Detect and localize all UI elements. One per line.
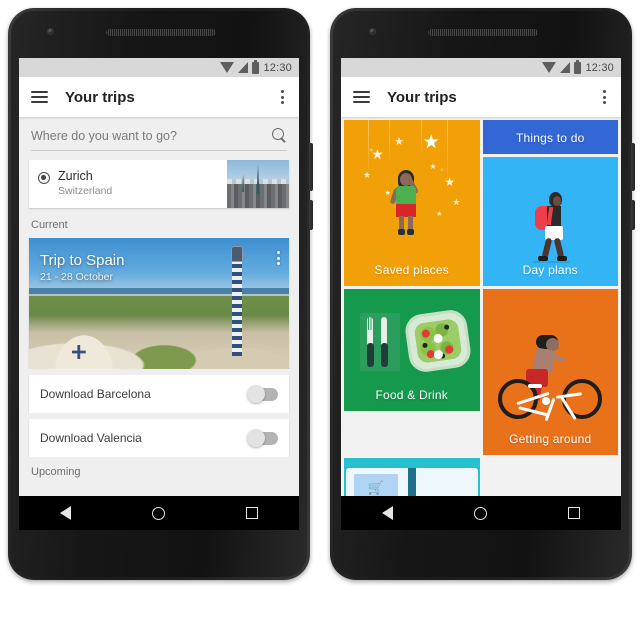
home-button-icon[interactable] xyxy=(473,506,487,520)
star-icon: ★ xyxy=(394,135,404,148)
recents-button-icon[interactable] xyxy=(568,507,581,519)
status-bar: 12:30 xyxy=(341,58,621,77)
right-screen: 12:30 Your trips ★ ★ ★ ★ ★ ★ ★ ★ ★ Saved… xyxy=(341,58,621,530)
shopping-cart-icon: 🛒 xyxy=(367,480,384,495)
star-icon: ★ xyxy=(371,145,384,162)
download-barcelona-toggle[interactable] xyxy=(247,385,278,403)
search-input[interactable] xyxy=(31,128,272,143)
hero-tower-top xyxy=(230,246,243,262)
toggle-knob xyxy=(247,429,265,447)
page-title: Your trips xyxy=(387,88,457,106)
sparkle-trail xyxy=(388,120,390,164)
open-book-illustration: 🛒 xyxy=(345,468,478,496)
star-icon: ★ xyxy=(436,211,443,219)
trip-overflow-menu-icon[interactable] xyxy=(277,251,280,265)
volume-button[interactable] xyxy=(631,200,635,230)
trip-dates: 21 - 28 October xyxy=(40,271,113,283)
battery-icon xyxy=(252,59,260,74)
hero-gaudi-pavilion xyxy=(49,329,118,369)
star-icon: ★ xyxy=(422,132,440,154)
search-container xyxy=(19,117,299,151)
front-camera-icon xyxy=(369,28,376,35)
back-button-icon[interactable] xyxy=(59,506,71,520)
tile-label: Getting around xyxy=(509,432,592,446)
overflow-menu-icon[interactable] xyxy=(278,86,287,108)
girl-reaching-stars-illustration xyxy=(389,169,423,236)
android-nav-bar xyxy=(19,496,299,530)
star-icon: ★ xyxy=(452,197,461,208)
earpiece-speaker-icon xyxy=(106,29,216,36)
left-screen: 12:30 Your trips Where do you want to go… xyxy=(19,58,299,530)
left-content: Zurich Switzerland Current xyxy=(19,117,299,496)
hamburger-menu-icon[interactable] xyxy=(353,91,370,103)
search-box[interactable] xyxy=(31,128,287,151)
tile-label: Day plans xyxy=(522,263,578,277)
tile-saved-places[interactable]: ★ ★ ★ ★ ★ ★ ★ ★ ★ Saved places xyxy=(344,120,480,286)
search-icon[interactable] xyxy=(272,128,287,143)
recents-button-icon[interactable] xyxy=(246,507,259,519)
back-button-icon[interactable] xyxy=(381,506,393,520)
download-valencia-row-card: Download Valencia xyxy=(29,419,289,457)
download-row[interactable]: Download Valencia xyxy=(29,419,289,457)
battery-icon xyxy=(574,59,582,74)
app-bar: Your trips xyxy=(341,77,621,117)
place-city: Zurich xyxy=(58,169,93,183)
home-button-icon[interactable] xyxy=(151,506,165,520)
wifi-icon xyxy=(220,62,235,73)
tile-label: Saved places xyxy=(374,263,449,277)
salad-fork-knife-illustration xyxy=(356,309,470,375)
status-bar-time: 12:30 xyxy=(263,61,292,74)
wifi-icon xyxy=(542,62,557,73)
left-phone: 12:30 Your trips Where do you want to go… xyxy=(8,8,313,580)
walking-backpacker-illustration xyxy=(527,191,573,263)
place-country: Switzerland xyxy=(58,185,113,197)
overflow-menu-icon[interactable] xyxy=(600,86,609,108)
tile-things-to-do[interactable]: Things to do xyxy=(482,120,618,154)
download-valencia-toggle[interactable] xyxy=(247,429,278,447)
page-title: Your trips xyxy=(65,88,135,106)
star-icon: ★ xyxy=(362,170,372,181)
place-card-text: Zurich Switzerland xyxy=(29,160,227,208)
place-names: Zurich Switzerland xyxy=(58,169,112,199)
hamburger-menu-icon[interactable] xyxy=(31,91,48,103)
power-button[interactable] xyxy=(309,143,313,191)
status-bar: 12:30 xyxy=(19,58,299,77)
front-camera-icon xyxy=(47,28,54,35)
download-label: Download Barcelona xyxy=(40,387,151,401)
download-row[interactable]: Download Barcelona xyxy=(29,375,289,413)
place-suggestion-card[interactable]: Zurich Switzerland xyxy=(29,160,289,208)
cyclist-illustration xyxy=(498,335,603,422)
tile-guide-book[interactable]: 🛒 xyxy=(344,458,480,496)
hero-tower xyxy=(229,244,245,356)
download-label: Download Valencia xyxy=(40,431,142,445)
section-label-upcoming: Upcoming xyxy=(19,457,299,487)
toggle-knob xyxy=(247,385,265,403)
right-phone: 12:30 Your trips ★ ★ ★ ★ ★ ★ ★ ★ ★ Saved… xyxy=(330,8,635,580)
place-thumbnail xyxy=(227,160,289,208)
status-bar-time: 12:30 xyxy=(585,61,614,74)
earpiece-speaker-icon xyxy=(428,29,538,36)
signal-icon xyxy=(560,62,571,73)
section-label-current: Current xyxy=(31,219,68,231)
tile-label: Food & Drink xyxy=(375,388,448,402)
tile-label: Things to do xyxy=(516,131,585,145)
download-barcelona-row-card: Download Barcelona xyxy=(29,375,289,413)
star-icon: ★ xyxy=(429,162,437,172)
screenshot-stage: 12:30 Your trips Where do you want to go… xyxy=(0,0,643,620)
volume-button[interactable] xyxy=(309,200,313,230)
category-tile-grid: ★ ★ ★ ★ ★ ★ ★ ★ ★ Saved places Things to… xyxy=(341,117,621,496)
hero-tower-shaft xyxy=(231,260,242,356)
trip-title: Trip to Spain xyxy=(40,252,125,269)
tile-food-and-drink[interactable]: Food & Drink xyxy=(344,289,480,411)
power-button[interactable] xyxy=(631,143,635,191)
trip-hero-image: Trip to Spain 21 - 28 October xyxy=(29,238,289,369)
hero-sea xyxy=(29,287,289,295)
tile-getting-around[interactable]: Getting around xyxy=(482,289,618,455)
trip-card[interactable]: Trip to Spain 21 - 28 October xyxy=(29,238,289,369)
star-icon: ★ xyxy=(444,175,456,190)
signal-icon xyxy=(238,62,249,73)
app-bar: Your trips xyxy=(19,77,299,117)
tile-day-plans[interactable]: Day plans xyxy=(482,157,618,286)
android-nav-bar xyxy=(341,496,621,530)
